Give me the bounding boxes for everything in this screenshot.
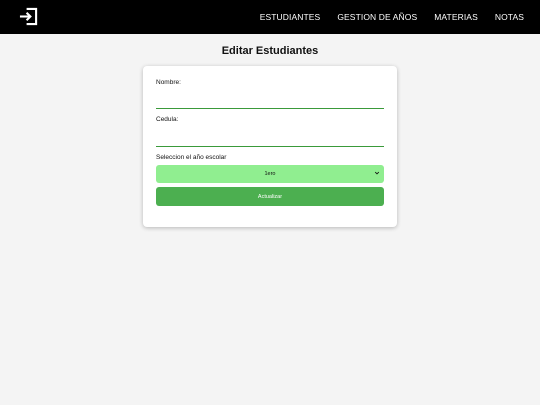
nav-link-notas[interactable]: NOTAS — [495, 12, 524, 22]
cedula-label: Cedula: — [156, 116, 179, 123]
year-select-label: Seleccion el año escolar — [156, 154, 227, 161]
year-select-value: 1ero — [264, 171, 276, 177]
page-title: Editar Estudiantes — [221, 45, 319, 57]
cedula-input[interactable] — [156, 133, 384, 147]
update-button[interactable]: Actualizar — [156, 187, 384, 206]
chevron-down-icon — [374, 171, 380, 175]
logout-icon[interactable] — [19, 7, 38, 26]
year-select[interactable]: 1ero — [156, 165, 384, 183]
nav-link-materias[interactable]: MATERIAS — [434, 12, 478, 22]
nav-link-gestion-de-anos[interactable]: GESTION DE AÑOS — [337, 12, 417, 22]
nombre-input[interactable] — [156, 95, 384, 109]
edit-student-form: Nombre: Cedula: Seleccion el año escolar… — [143, 66, 397, 227]
navbar: ESTUDIANTES GESTION DE AÑOS MATERIAS NOT… — [0, 0, 540, 34]
nav-links: ESTUDIANTES GESTION DE AÑOS MATERIAS NOT… — [243, 0, 524, 34]
nombre-label: Nombre: — [156, 79, 181, 86]
nav-link-estudiantes[interactable]: ESTUDIANTES — [260, 12, 321, 22]
